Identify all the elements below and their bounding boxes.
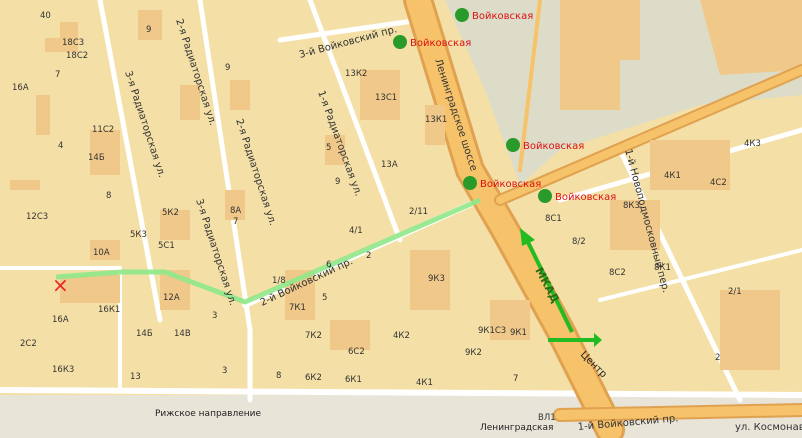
building-number: 9К1 — [510, 328, 527, 338]
building-number: 2/1 — [728, 287, 742, 297]
building-number: 8К1 — [654, 263, 671, 273]
building-number: 6К1 — [345, 375, 362, 385]
building-number: 8 — [106, 191, 111, 201]
building-number: 5С1 — [158, 241, 175, 251]
building-number: 18С3 — [62, 38, 84, 48]
building-number: 16A — [12, 83, 29, 93]
building-number: 18С2 — [66, 51, 88, 61]
metro-station[interactable]: Войковская — [393, 35, 471, 49]
building-number: 7К2 — [305, 331, 322, 341]
building-number: 9 — [146, 25, 151, 35]
building-number: 16К1 — [98, 305, 120, 315]
street-label: ул. Космонав — [735, 422, 802, 433]
building-number: 2/11 — [409, 207, 428, 217]
building-number: 8С2 — [609, 268, 626, 278]
building-number: 3 — [222, 366, 227, 376]
building-number: 12A — [163, 293, 180, 303]
street-label: Ленинградская — [480, 423, 553, 433]
building-number: 4К1 — [664, 171, 681, 181]
building-number: 9К2 — [465, 348, 482, 358]
building-number: 14В — [174, 329, 191, 339]
building-number: 8К3 — [623, 201, 640, 211]
building-number: 9К3 — [428, 274, 445, 284]
building-number: 7 — [233, 217, 238, 227]
building-number: 6С2 — [348, 347, 365, 357]
building-number: 8A — [230, 206, 241, 216]
building-number: 9 — [335, 177, 340, 187]
building-number: 10A — [93, 248, 110, 258]
metro-icon — [538, 189, 552, 203]
building-number: 4К3 — [744, 139, 761, 149]
building-number: 16К3 — [52, 365, 74, 375]
building-number: 4С2 — [710, 178, 727, 188]
building-number: 1/8 — [272, 276, 286, 286]
building-number: 13A — [381, 160, 398, 170]
building-number: 4/1 — [349, 226, 363, 236]
building-number: 8/2 — [572, 237, 586, 247]
building-number: 11С2 — [92, 125, 114, 135]
building-number: 9 — [225, 63, 230, 73]
building-number: 3 — [212, 311, 217, 321]
svg-text:Войковская: Войковская — [410, 38, 471, 49]
svg-text:Войковская: Войковская — [472, 11, 533, 22]
building-number: 8 — [276, 371, 281, 381]
building-number: 2С2 — [20, 339, 37, 349]
building-number: 40 — [40, 11, 51, 21]
metro-station[interactable]: Войковская — [538, 189, 616, 203]
building-number: 4 — [58, 141, 63, 151]
destination-marker[interactable]: × — [52, 273, 69, 297]
metro-icon — [455, 8, 469, 22]
building-number: 14Б — [88, 153, 105, 163]
metro-icon — [393, 35, 407, 49]
map-canvas[interactable]: × 3-й Войковский пр. 3-я Радиаторская ул… — [0, 0, 802, 438]
building-number: 8С1 — [545, 214, 562, 224]
building-number: 14Б — [136, 329, 153, 339]
railway-label: Рижское направление — [155, 409, 262, 419]
metro-station[interactable]: Войковская — [463, 176, 541, 190]
building-number: ВЛ1 — [538, 413, 556, 423]
building-number: 5 — [322, 293, 327, 303]
building-number: 7 — [513, 374, 518, 384]
svg-text:Войковская: Войковская — [555, 192, 616, 203]
building-number: 7 — [55, 70, 60, 80]
building-number: 9К1С3 — [478, 326, 506, 336]
svg-text:Войковская: Войковская — [480, 179, 541, 190]
building-number: 13К1 — [425, 115, 447, 125]
building-number: 2 — [366, 251, 371, 261]
metro-icon — [506, 138, 520, 152]
building-number: 5К3 — [130, 230, 147, 240]
metro-station[interactable]: Войковская — [455, 8, 533, 22]
building-number: 13 — [130, 372, 141, 382]
building-number: 6К2 — [305, 373, 322, 383]
building-number: 5 — [326, 143, 331, 153]
building-number: 13С1 — [375, 93, 397, 103]
svg-text:Войковская: Войковская — [523, 141, 584, 152]
building-number: 6 — [326, 260, 331, 270]
building-number: 4К1 — [416, 378, 433, 388]
building-number: 12С3 — [26, 212, 48, 222]
building-number: 7К1 — [289, 303, 306, 313]
building-number: 5К2 — [162, 208, 179, 218]
metro-station[interactable]: Войковская — [506, 138, 584, 152]
building-number: 16A — [52, 315, 69, 325]
building-number: 13К2 — [345, 69, 367, 79]
block — [560, 0, 640, 60]
building-number: 4К2 — [393, 331, 410, 341]
metro-icon — [463, 176, 477, 190]
building-number: 2 — [715, 353, 720, 363]
